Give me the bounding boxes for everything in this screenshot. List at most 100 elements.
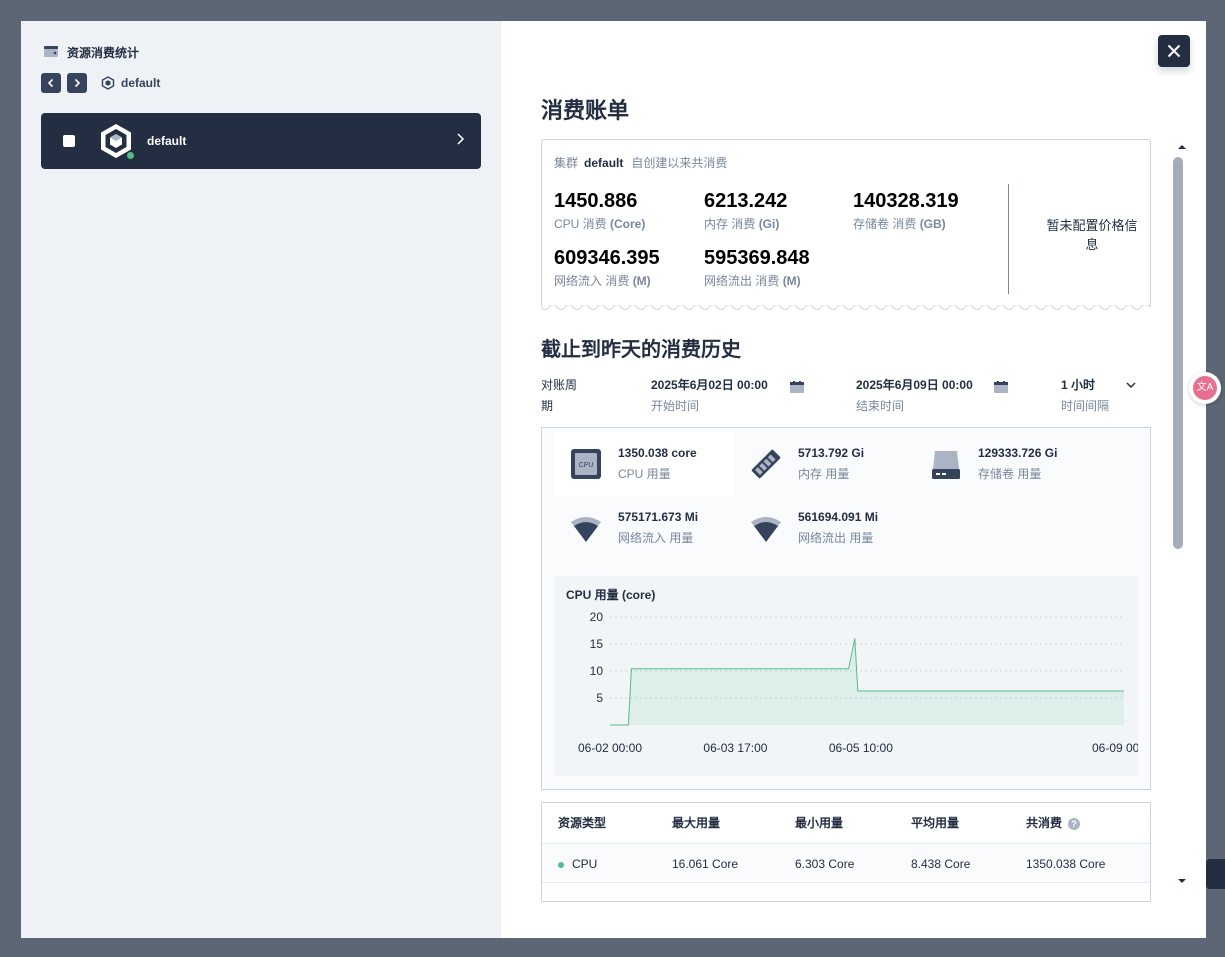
divider xyxy=(1008,184,1009,294)
help-icon[interactable]: ? xyxy=(1068,817,1081,830)
chevron-down-icon[interactable] xyxy=(1126,381,1136,389)
usage-value: 1350.038 core xyxy=(618,446,697,460)
cluster-name: default xyxy=(147,134,187,148)
forward-button[interactable] xyxy=(67,73,87,93)
x-tick-label: 06-02 00:00 xyxy=(578,741,642,755)
status-online-dot xyxy=(126,151,135,160)
cluster-logo xyxy=(99,123,135,160)
usage-tab-net-in[interactable]: 575171.673 Mi 网络流入 用量 xyxy=(554,496,734,560)
sidebar-nav: default xyxy=(41,73,160,93)
usage-tab-net-out[interactable]: 561694.091 Mi 网络流出 用量 xyxy=(734,496,914,560)
svg-text:CPU: CPU xyxy=(579,462,594,469)
calendar-icon[interactable] xyxy=(790,381,804,393)
period-label: 对账周期 xyxy=(541,378,578,413)
table-header: 平均用量 xyxy=(911,816,960,830)
cluster-list-item[interactable]: default xyxy=(41,113,481,169)
usage-tab-storage[interactable]: 129333.726 Gi 存储卷 用量 xyxy=(914,432,1094,496)
x-tick-label: 06-05 10:00 xyxy=(829,741,893,755)
table-cell: CPU xyxy=(558,844,597,884)
end-time-field[interactable]: 2025年6月09日 00:00 结束时间 xyxy=(856,375,973,417)
x-tick-label: 06-09 00:00 xyxy=(1092,741,1138,755)
close-icon xyxy=(1167,44,1181,58)
table-header: 最大用量 xyxy=(672,816,721,830)
bill-metric-memory: 6213.242 内存 消费 (Gi) xyxy=(704,190,787,232)
disk-icon xyxy=(928,446,964,482)
usage-table: 资源类型 最大用量 最小用量 平均用量 共消费? CPU 16.061 Core… xyxy=(541,802,1151,902)
cpu-usage-chart: CPU 用量 (core) 5 10 15 20 06-02 00:00 06-03 17… xyxy=(554,576,1138,776)
table-header: 最小用量 xyxy=(795,816,844,830)
table-cell: 16.061 Core xyxy=(672,857,739,871)
chart-plot: 5 10 15 20 06-02 00:00 06-03 17:00 06-05 10:00… xyxy=(578,610,1138,755)
usage-value: 5713.792 Gi xyxy=(798,446,865,460)
usage-tab-cpu[interactable]: CPU 1350.038 core CPU 用量 xyxy=(554,432,734,496)
y-tick-label: 15 xyxy=(590,637,604,651)
start-time-field[interactable]: 2025年6月02日 00:00 开始时间 xyxy=(651,375,768,417)
table-cell: 1350.038 Core xyxy=(1026,857,1106,871)
side-tool-button[interactable] xyxy=(1206,859,1225,889)
chevron-right-icon xyxy=(74,78,81,88)
resource-consumption-modal: 资源消费统计 default default 消费账单 集群 default 自… xyxy=(21,21,1206,938)
since-label: 自创建以来共消费 xyxy=(631,156,728,170)
usage-label: 内存 用量 xyxy=(798,467,850,481)
usage-value: 575171.673 Mi xyxy=(618,510,699,524)
x-tick-label: 06-03 17:00 xyxy=(703,741,767,755)
table-header: 资源类型 xyxy=(558,816,607,830)
usage-label: 网络流入 用量 xyxy=(618,531,694,545)
network-in-icon xyxy=(568,510,604,546)
cluster-label: 集群 xyxy=(554,156,579,170)
usage-panel: CPU 1350.038 core CPU 用量 5713.792 Gi 内存 … xyxy=(541,427,1151,790)
translate-icon: 文A xyxy=(1193,376,1217,400)
cpu-icon: CPU xyxy=(568,446,604,482)
network-out-icon xyxy=(748,510,784,546)
y-tick-label: 10 xyxy=(590,664,604,678)
usage-label: 网络流出 用量 xyxy=(798,531,874,545)
metric-label: 网络流出 消费 (M) xyxy=(704,274,801,288)
metric-label: 存储卷 消费 (GB) xyxy=(853,217,946,231)
breadcrumb-text: default xyxy=(121,76,161,90)
memory-icon xyxy=(748,446,784,482)
sidebar-title: 资源消费统计 xyxy=(43,43,139,62)
bill-wave-edge xyxy=(541,305,1151,310)
interval-select[interactable]: 1 小时 时间间隔 xyxy=(1061,375,1109,417)
metric-value: 6213.242 xyxy=(704,190,788,212)
sidebar: 资源消费统计 default default xyxy=(21,21,501,938)
bill-metric-storage: 140328.319 存储卷 消费 (GB) xyxy=(853,190,959,232)
usage-tab-memory[interactable]: 5713.792 Gi 内存 用量 xyxy=(734,432,914,496)
cluster-icon xyxy=(101,76,115,90)
calendar-icon[interactable] xyxy=(994,381,1008,393)
table-cell: 6.303 Core xyxy=(795,857,855,871)
metric-label: 网络流入 消费 (M) xyxy=(554,274,651,288)
chevron-right-icon xyxy=(455,132,465,151)
cluster-name: default xyxy=(584,156,624,170)
translate-button[interactable]: 文A xyxy=(1189,372,1221,404)
table-cell: 8.438 Core xyxy=(911,857,971,871)
y-tick-label: 20 xyxy=(590,610,604,624)
wallet-icon xyxy=(43,43,59,62)
bill-card: 集群 default 自创建以来共消费 1450.886 CPU 消费 (Core)… xyxy=(541,139,1151,310)
y-tick-label: 5 xyxy=(596,691,603,705)
chevron-left-icon xyxy=(47,78,54,88)
back-button[interactable] xyxy=(41,73,61,93)
table-header: 共消费? xyxy=(1026,803,1081,843)
price-note: 暂未配置价格信息 xyxy=(1046,218,1138,252)
breadcrumb[interactable]: default xyxy=(101,76,160,90)
metric-label: 内存 消费 (Gi) xyxy=(704,217,780,231)
scrollbar-thumb[interactable] xyxy=(1173,157,1183,549)
scroll-up-arrow[interactable] xyxy=(1177,143,1187,151)
cluster-checkbox[interactable] xyxy=(63,135,75,147)
scroll-down-arrow[interactable] xyxy=(1177,877,1187,885)
bill-metric-net-in: 609346.395 网络流入 消费 (M) xyxy=(554,247,660,289)
metric-value: 609346.395 xyxy=(554,247,660,269)
status-dot xyxy=(558,861,564,868)
page-title: 消费账单 xyxy=(541,98,630,123)
bill-header: 集群 default 自创建以来共消费 xyxy=(554,154,727,171)
usage-value: 129333.726 Gi xyxy=(978,446,1058,460)
metric-value: 595369.848 xyxy=(704,247,810,269)
close-button[interactable] xyxy=(1158,35,1190,67)
usage-value: 561694.091 Mi xyxy=(798,510,879,524)
history-title: 截止到昨天的消费历史 xyxy=(541,339,741,361)
usage-label: CPU 用量 xyxy=(618,467,671,481)
bill-metric-cpu: 1450.886 CPU 消费 (Core) xyxy=(554,190,645,232)
table-row[interactable]: CPU 16.061 Core 6.303 Core 8.438 Core 13… xyxy=(542,843,1150,883)
sidebar-title-text: 资源消费统计 xyxy=(67,46,140,60)
